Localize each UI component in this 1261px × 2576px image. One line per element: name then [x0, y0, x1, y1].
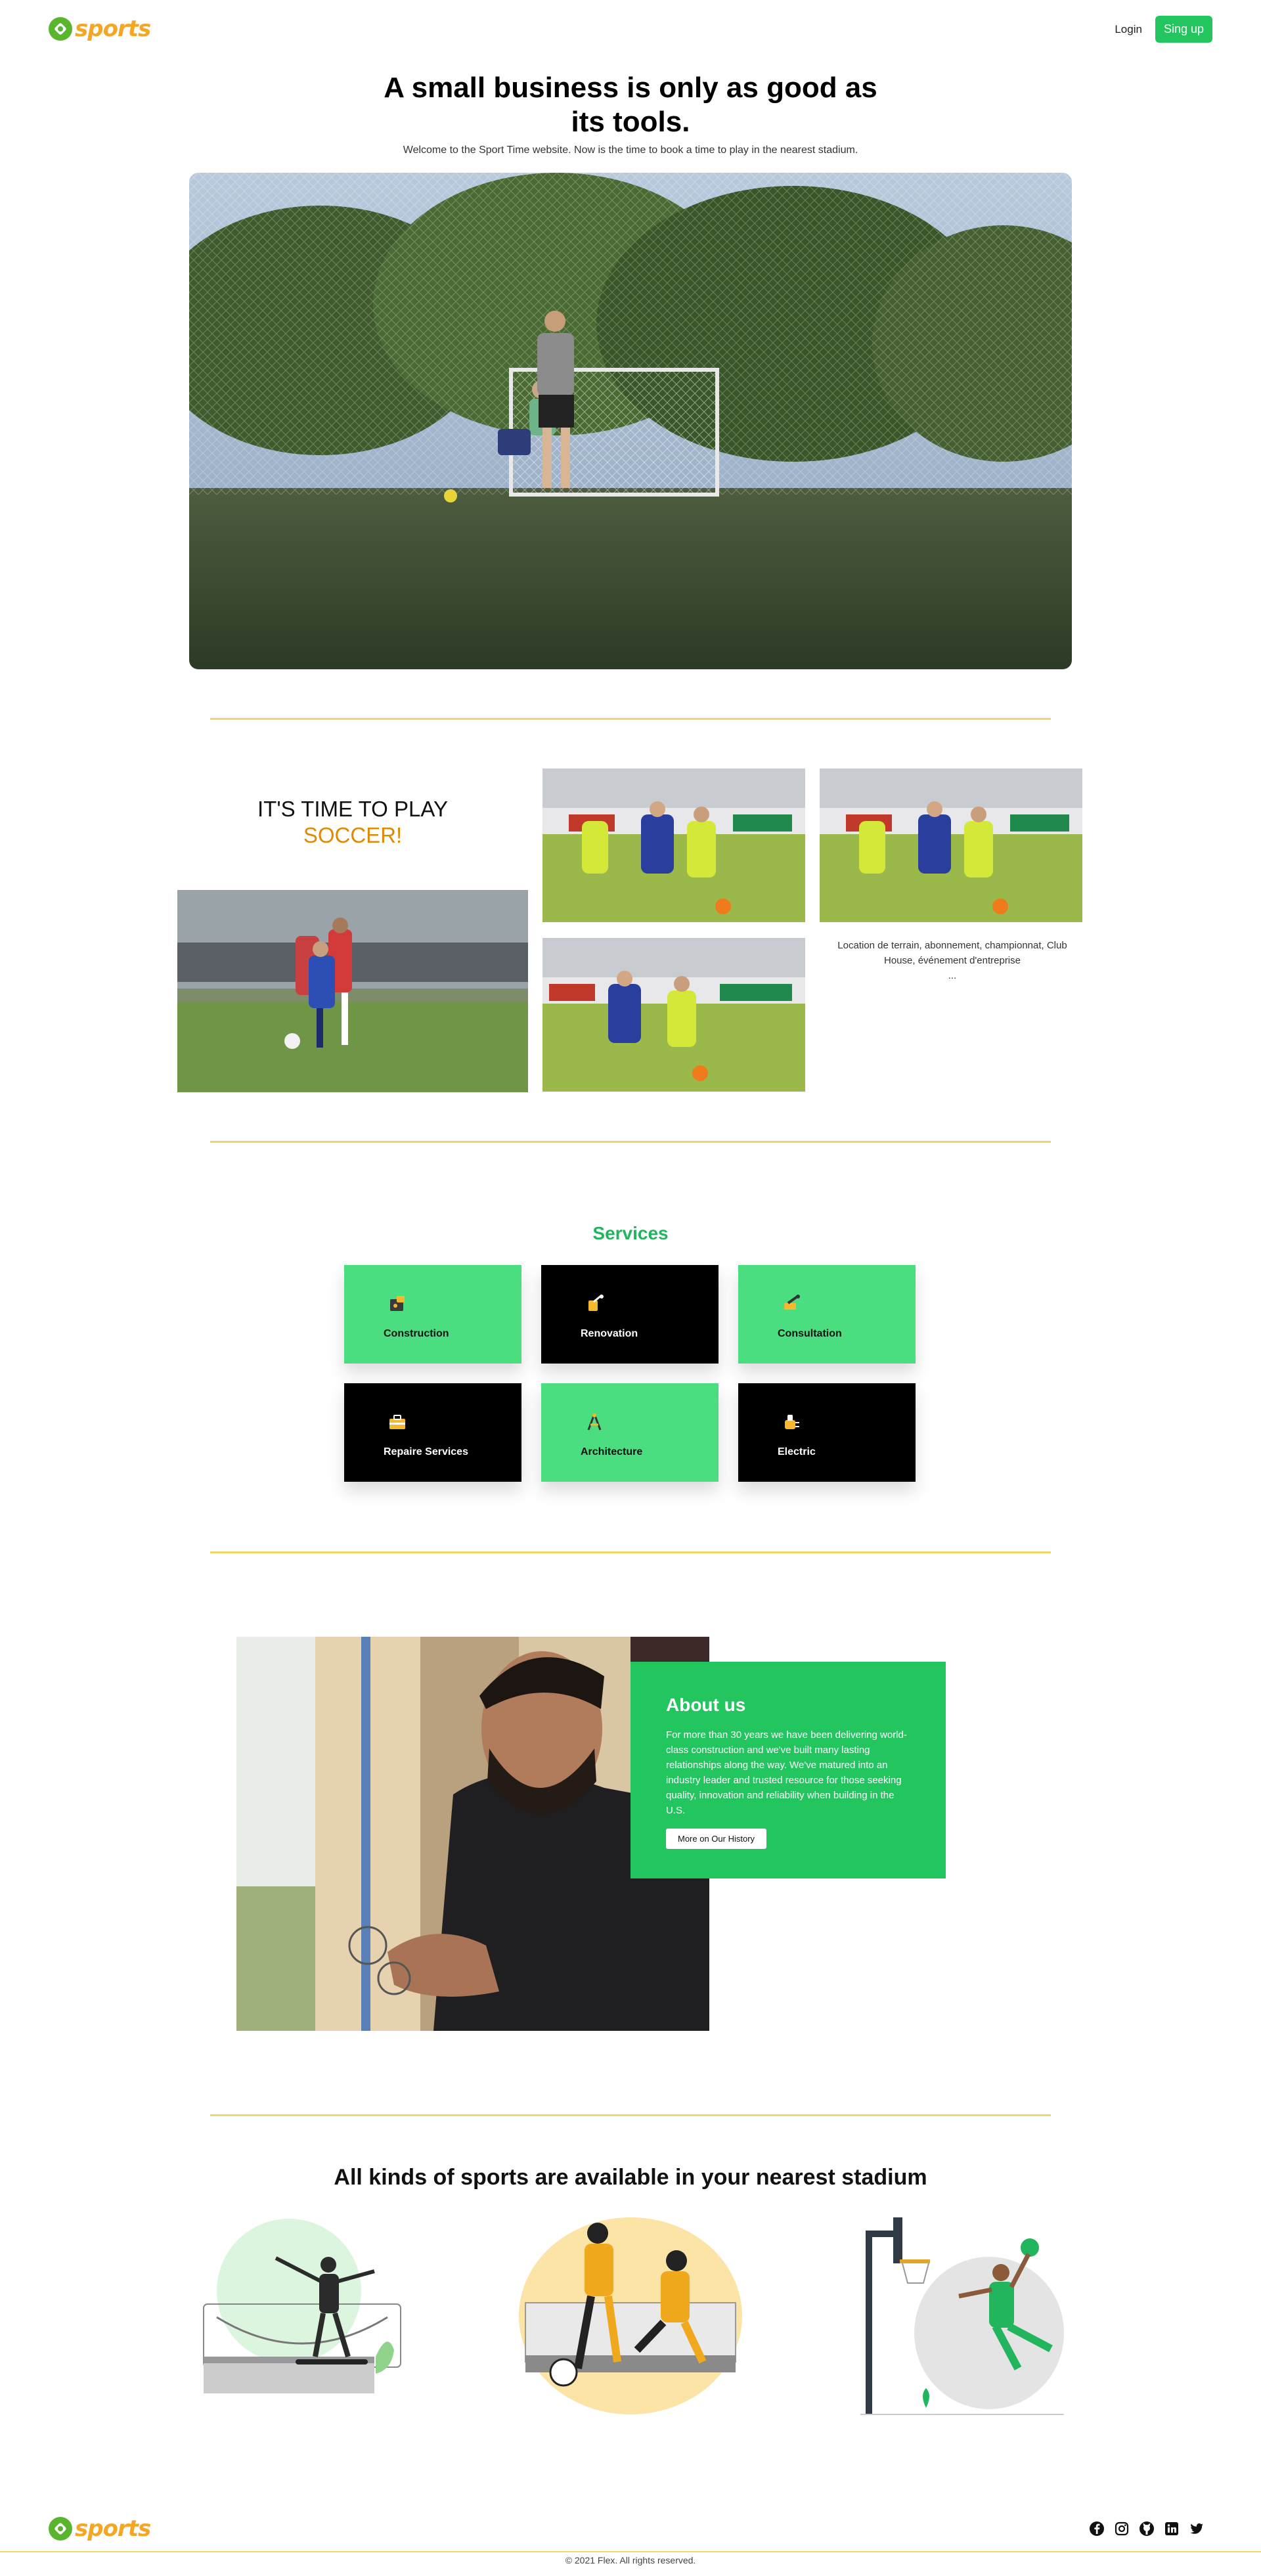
social-links [1089, 2521, 1205, 2537]
architecture-icon [587, 1413, 602, 1431]
facebook-icon[interactable] [1089, 2521, 1105, 2537]
section-divider [210, 718, 1051, 720]
hero-image [189, 173, 1072, 669]
footer-logo-inner: sports [49, 2516, 151, 2542]
kids-soccer-photo-3 [542, 938, 805, 1092]
service-card-consultation[interactable]: Consultation [738, 1265, 916, 1364]
service-label: Architecture [581, 1446, 643, 1457]
twitter-icon[interactable] [1189, 2521, 1205, 2537]
renovation-icon [588, 1294, 604, 1311]
service-label: Construction [384, 1328, 449, 1339]
basketball-illustration [860, 2204, 1064, 2421]
logo[interactable]: sports [49, 16, 151, 42]
section-divider [210, 1141, 1051, 1143]
footer-logo-text: sports [75, 2516, 151, 2542]
hero-subtitle: Welcome to the Sport Time website. Now i… [403, 144, 858, 156]
linkedin-icon[interactable] [1164, 2521, 1180, 2537]
service-card-electric[interactable]: Electric [738, 1383, 916, 1482]
soccer-caption-more: ... [948, 970, 957, 981]
instagram-icon[interactable] [1114, 2521, 1130, 2537]
kids-soccer-photo-1 [542, 768, 805, 922]
soccer-ball-icon [49, 17, 72, 41]
electric-icon [785, 1415, 799, 1429]
logo-text: sports [75, 16, 151, 42]
construction-icon [390, 1296, 405, 1311]
consultation-icon [784, 1295, 800, 1310]
soccer-caption: Location de terrain, abonnement, champio… [821, 938, 1084, 983]
history-button[interactable]: More on Our History [666, 1829, 767, 1849]
login-link[interactable]: Login [1115, 23, 1142, 36]
soccer-caption-text: Location de terrain, abonnement, champio… [837, 940, 1067, 966]
footer-logo[interactable]: sports [49, 2516, 151, 2542]
service-label: Electric [778, 1446, 816, 1457]
hero-title: A small business is only as good as its … [384, 72, 877, 138]
section-divider [210, 2114, 1051, 2116]
about-card: About us For more than 30 years we have … [630, 1662, 946, 1878]
skateboarding-illustration [197, 2219, 407, 2409]
service-card-renovation[interactable]: Renovation [541, 1265, 719, 1364]
service-label: Repaire Services [384, 1446, 468, 1457]
services-title: Services [592, 1223, 669, 1243]
about-text: For more than 30 years we have been deli… [666, 1729, 907, 1816]
footer-divider [0, 2551, 1261, 2552]
service-label: Renovation [581, 1328, 638, 1339]
soccer-heading: IT'S TIME TO PLAY SOCCER! [218, 796, 487, 849]
header: sports Login Sing up [0, 0, 1261, 59]
sports-title: All kinds of sports are available in you… [334, 2165, 927, 2190]
header-nav: Login Sing up [1115, 16, 1212, 43]
signup-button[interactable]: Sing up [1155, 16, 1212, 43]
soccer-match-photo [177, 890, 528, 1092]
section-divider [210, 1551, 1051, 1553]
soccer-heading-accent: SOCCER! [303, 823, 403, 847]
service-label: Consultation [778, 1328, 842, 1339]
service-card-architecture[interactable]: Architecture [541, 1383, 719, 1482]
github-icon[interactable] [1139, 2521, 1155, 2537]
about-title: About us [666, 1695, 746, 1715]
soccer-players-illustration [512, 2204, 749, 2414]
service-card-construction[interactable]: Construction [344, 1265, 521, 1364]
repair-icon [389, 1415, 405, 1429]
soccer-ball-icon [49, 2517, 72, 2541]
copyright-text: © 2021 Flex. All rights reserved. [565, 2555, 696, 2565]
service-card-repair[interactable]: Repaire Services [344, 1383, 521, 1482]
kids-soccer-photo-2 [820, 768, 1082, 922]
soccer-heading-line1: IT'S TIME TO PLAY [257, 797, 448, 821]
